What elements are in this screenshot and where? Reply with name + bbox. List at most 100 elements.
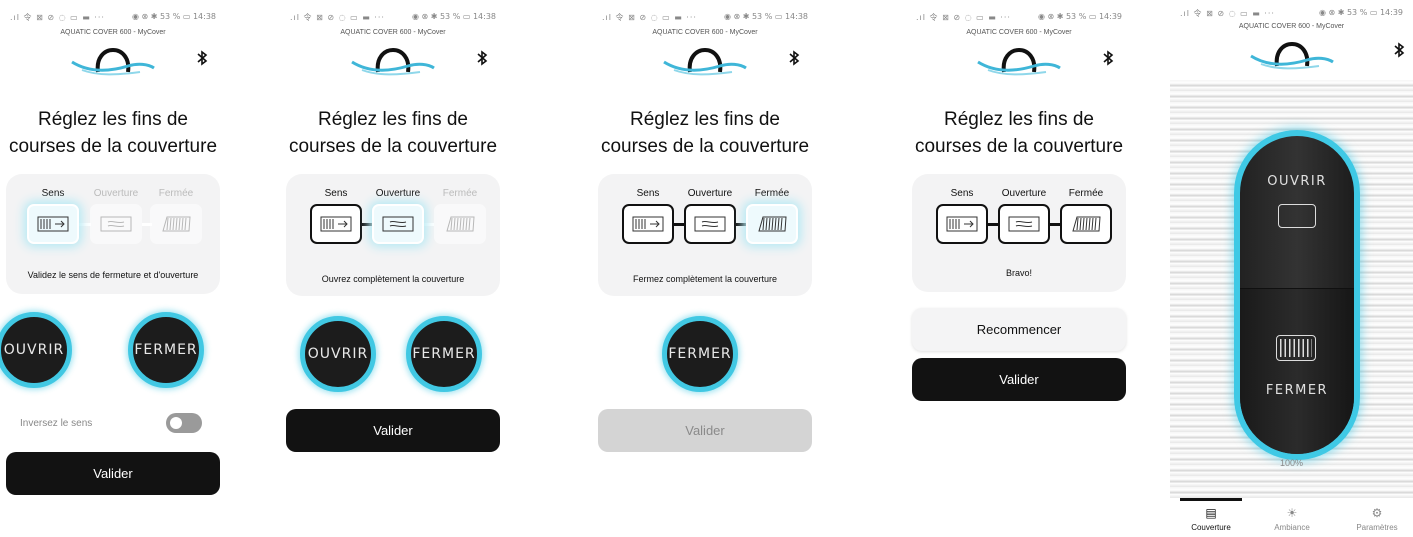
status-bar: .ıl 令 ⊠ ⊘ ◌ ▭ ▬ ··· ◉ ⊗ ✱ 53 % ▭ 14:39: [1170, 6, 1413, 20]
bluetooth-icon[interactable]: [1393, 42, 1405, 58]
pool-closed-icon: [446, 216, 475, 232]
page-title: Réglez les fins de courses de la couvert…: [914, 109, 1124, 157]
step-connector: [1050, 223, 1060, 226]
step-ouverture-box: [90, 204, 142, 244]
page-title: Réglez les fins de courses de la couvert…: [600, 109, 810, 157]
cover-remote: OUVRIR FERMER: [1234, 130, 1360, 460]
pool-direction-icon: [946, 216, 978, 232]
step-connector: [736, 223, 746, 226]
bluetooth-icon[interactable]: [788, 50, 800, 66]
close-zone[interactable]: FERMER: [1240, 288, 1354, 454]
validate-button[interactable]: Valider: [286, 409, 500, 452]
cover-position-percent: 100%: [1279, 458, 1304, 468]
status-icons-right: ◉ ⊗ ✱ 53 % ▭ 14:39: [1318, 8, 1403, 17]
step-connector: [988, 223, 998, 226]
device-title: AQUATIC COVER 600 - MyCover: [966, 29, 1072, 36]
open-button[interactable]: OUVRIR: [300, 316, 376, 392]
toggle-knob: [170, 417, 182, 429]
status-bar: .ıl 令 ⊠ ⊘ ◌ ▭ ▬ ··· ◉ ⊗ ✱ 53 % ▭ 14:38: [280, 10, 506, 24]
tab-parametres[interactable]: ⚙ Paramètres: [1342, 506, 1412, 532]
brand-logo-icon: [351, 47, 435, 76]
steps-card: Sens Ouverture Fermée Validez le sens de…: [6, 174, 220, 294]
open-label: OUVRIR: [1267, 174, 1327, 189]
step-label-fermee: Fermée: [158, 188, 194, 199]
status-icons-right: ◉ ⊗ ✱ 53 % ▭ 14:38: [723, 12, 808, 21]
status-bar: .ıl 令 ⊠ ⊘ ◌ ▭ ▬ ··· ◉ ⊗ ✱ 53 % ▭ 14:38: [0, 10, 226, 24]
brand-logo-icon: [71, 47, 155, 76]
pool-open-icon: [382, 216, 414, 232]
pool-open-icon: [1008, 216, 1040, 232]
invert-direction-toggle[interactable]: [166, 413, 202, 433]
restart-button[interactable]: Recommencer: [912, 308, 1126, 351]
brand-logo-icon: [663, 47, 747, 76]
step-connector: [674, 223, 684, 226]
validate-button[interactable]: Valider: [6, 452, 220, 495]
screen-step-done: .ıl 令 ⊠ ⊘ ◌ ▭ ▬ ··· ◉ ⊗ ✱ 53 % ▭ 14:39 A…: [906, 0, 1132, 537]
step-ouverture-box[interactable]: [684, 204, 736, 244]
pool-closed-icon: [1072, 216, 1101, 232]
step-message: Fermez complètement la couverture: [632, 274, 778, 284]
cover-closed-icon: [1276, 335, 1316, 361]
brand-logo-icon: [977, 47, 1061, 76]
open-button[interactable]: OUVRIR: [0, 312, 72, 388]
device-title: AQUATIC COVER 600 - MyCover: [60, 29, 166, 36]
status-bar: .ıl 令 ⊠ ⊘ ◌ ▭ ▬ ··· ◉ ⊗ ✱ 53 % ▭ 14:39: [906, 10, 1132, 24]
invert-direction-label: Inversez le sens: [20, 418, 93, 429]
close-button[interactable]: FERMER: [406, 316, 482, 392]
page-title: Réglez les fins de courses de la couvert…: [8, 109, 218, 157]
pool-open-icon: [100, 216, 132, 232]
status-icons-left: .ıl 令 ⊠ ⊘ ◌ ▭ ▬ ···: [1180, 9, 1275, 18]
step-connector: [362, 223, 372, 226]
screen-step-fermee: .ıl 令 ⊠ ⊘ ◌ ▭ ▬ ··· ◉ ⊗ ✱ 53 % ▭ 14:38 A…: [592, 0, 818, 537]
step-fermee-box[interactable]: [746, 204, 798, 244]
validate-button[interactable]: Valider: [912, 358, 1126, 401]
tab-ambiance[interactable]: ☀ Ambiance: [1257, 506, 1327, 532]
steps-card: Sens Ouverture Fermée Ouvrez complètemen…: [286, 174, 500, 296]
pool-closed-icon: [758, 216, 787, 232]
gear-icon: ⚙: [1371, 506, 1383, 520]
device-title: AQUATIC COVER 600 - MyCover: [340, 29, 446, 36]
brand-logo-icon: [1249, 41, 1334, 70]
page-title: Réglez les fins de courses de la couvert…: [288, 109, 498, 157]
step-sens-box[interactable]: [27, 204, 79, 244]
step-connector: [424, 223, 434, 226]
step-message: Validez le sens de fermeture et d'ouvert…: [27, 270, 199, 280]
bluetooth-icon[interactable]: [196, 50, 208, 66]
step-ouverture-box[interactable]: [998, 204, 1050, 244]
validate-button[interactable]: Valider: [598, 409, 812, 452]
pool-direction-icon: [320, 216, 352, 232]
step-ouverture-box[interactable]: [372, 204, 424, 244]
status-icons-left: .ıl 令 ⊠ ⊘ ◌ ▭ ▬ ···: [602, 13, 697, 22]
tab-couverture[interactable]: ▤ Couverture: [1176, 506, 1246, 532]
cover-open-icon: [1278, 204, 1316, 228]
status-icons-left: .ıl 令 ⊠ ⊘ ◌ ▭ ▬ ···: [10, 13, 105, 22]
step-sens-box[interactable]: [936, 204, 988, 244]
bluetooth-icon[interactable]: [1102, 50, 1114, 66]
screen-step-ouverture: .ıl 令 ⊠ ⊘ ◌ ▭ ▬ ··· ◉ ⊗ ✱ 53 % ▭ 14:38 A…: [280, 0, 506, 537]
close-button[interactable]: FERMER: [128, 312, 204, 388]
status-icons-right: ◉ ⊗ ✱ 53 % ▭ 14:38: [131, 12, 216, 21]
pool-direction-icon: [37, 216, 69, 232]
status-icons-right: ◉ ⊗ ✱ 53 % ▭ 14:38: [411, 12, 496, 21]
pool-open-icon: [694, 216, 726, 232]
step-fermee-box: [150, 204, 202, 244]
pool-direction-icon: [632, 216, 664, 232]
status-icons-left: .ıl 令 ⊠ ⊘ ◌ ▭ ▬ ···: [290, 13, 385, 22]
bulb-icon: ☀: [1286, 506, 1298, 520]
status-icons-left: .ıl 令 ⊠ ⊘ ◌ ▭ ▬ ···: [916, 13, 1011, 22]
open-zone[interactable]: OUVRIR: [1240, 136, 1354, 286]
status-bar: .ıl 令 ⊠ ⊘ ◌ ▭ ▬ ··· ◉ ⊗ ✱ 53 % ▭ 14:38: [592, 10, 818, 24]
step-sens-box[interactable]: [622, 204, 674, 244]
step-label-fermee: Fermée: [754, 188, 790, 199]
steps-card: Sens Ouverture Fermée Bravo!: [912, 174, 1126, 292]
close-label: FERMER: [1265, 383, 1329, 398]
close-button[interactable]: FERMER: [662, 316, 738, 392]
step-fermee-box[interactable]: [1060, 204, 1112, 244]
cover-icon: ▤: [1205, 506, 1217, 520]
bottom-tab-bar: ▤ Couverture ☀ Ambiance ⚙ Paramètres: [1170, 498, 1413, 537]
status-icons-right: ◉ ⊗ ✱ 53 % ▭ 14:39: [1037, 12, 1122, 21]
screen-step-sens: .ıl 令 ⊠ ⊘ ◌ ▭ ▬ ··· ◉ ⊗ ✱ 53 % ▭ 14:38 A…: [0, 0, 226, 537]
step-sens-box[interactable]: [310, 204, 362, 244]
device-title: AQUATIC COVER 600 - MyCover: [652, 29, 758, 36]
bluetooth-icon[interactable]: [476, 50, 488, 66]
